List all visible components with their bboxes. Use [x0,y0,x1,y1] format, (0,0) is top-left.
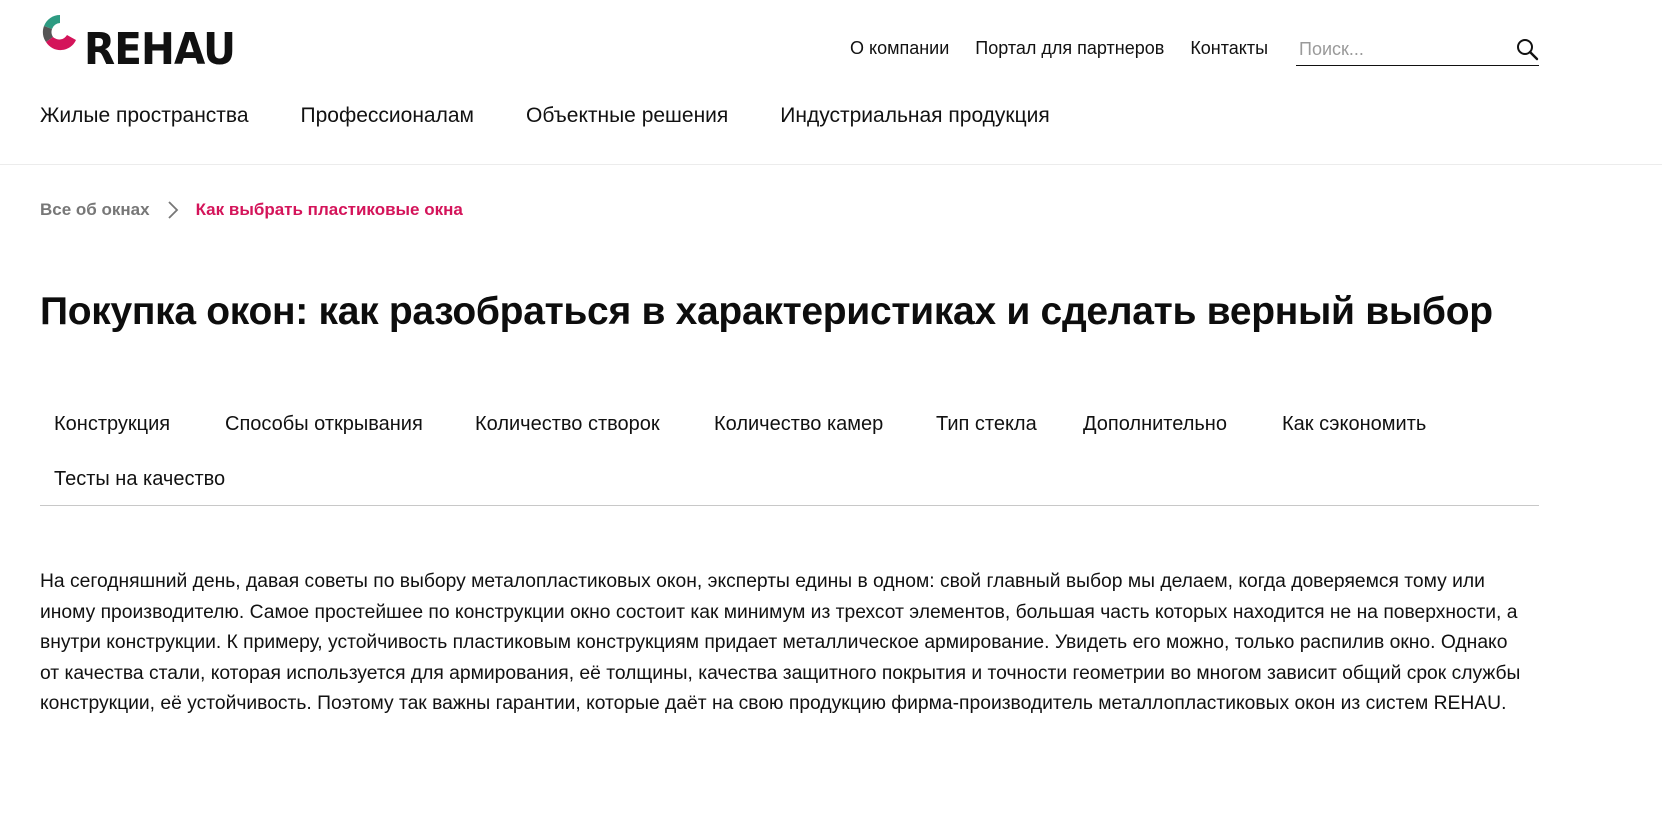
breadcrumb-parent-link[interactable]: Все об окнах [40,198,150,222]
page-title: Покупка окон: как разобраться в характер… [40,290,1493,333]
tab-how-to-save[interactable]: Как сэкономить [1282,410,1426,438]
utility-nav: О компании Портал для партнеров Контакты [850,36,1268,60]
tab-construction[interactable]: Конструкция [54,410,170,438]
nav-item-commercial-solutions[interactable]: Объектные решения [526,103,728,129]
tab-sash-count[interactable]: Количество створок [475,410,660,438]
chevron-right-icon [150,198,196,222]
section-tabs: Конструкция Способы открывания Количеств… [40,398,1539,506]
search-input[interactable] [1296,34,1496,64]
breadcrumb-current: Как выбрать пластиковые окна [195,200,463,219]
tab-quality-tests[interactable]: Тесты на качество [54,465,225,493]
intro-paragraph: На сегодняшний день, давая советы по выб… [40,571,1521,714]
site-header: REHAU О компании Портал для партнеров Ко… [0,0,1662,165]
nav-item-industrial-products[interactable]: Индустриальная продукция [780,103,1049,129]
nav-item-professionals[interactable]: Профессионалам [301,103,474,129]
top-link-partner-portal[interactable]: Портал для партнеров [975,36,1164,60]
main-nav: Жилые пространства Профессионалам Объект… [40,103,1050,129]
top-link-about[interactable]: О компании [850,36,949,60]
tab-opening-methods[interactable]: Способы открывания [225,410,423,438]
tab-additional[interactable]: Дополнительно [1083,410,1227,438]
logo-text: REHAU [84,24,236,75]
search-box [1296,34,1539,66]
top-link-contacts[interactable]: Контакты [1190,36,1268,60]
nav-item-living-spaces[interactable]: Жилые пространства [40,103,249,129]
breadcrumb: Все об окнах Как выбрать пластиковые окн… [40,198,463,222]
tab-glass-type[interactable]: Тип стекла [936,410,1037,438]
logo-mark-icon [42,14,76,51]
tab-chamber-count[interactable]: Количество камер [714,410,883,438]
search-icon[interactable] [1515,37,1539,61]
